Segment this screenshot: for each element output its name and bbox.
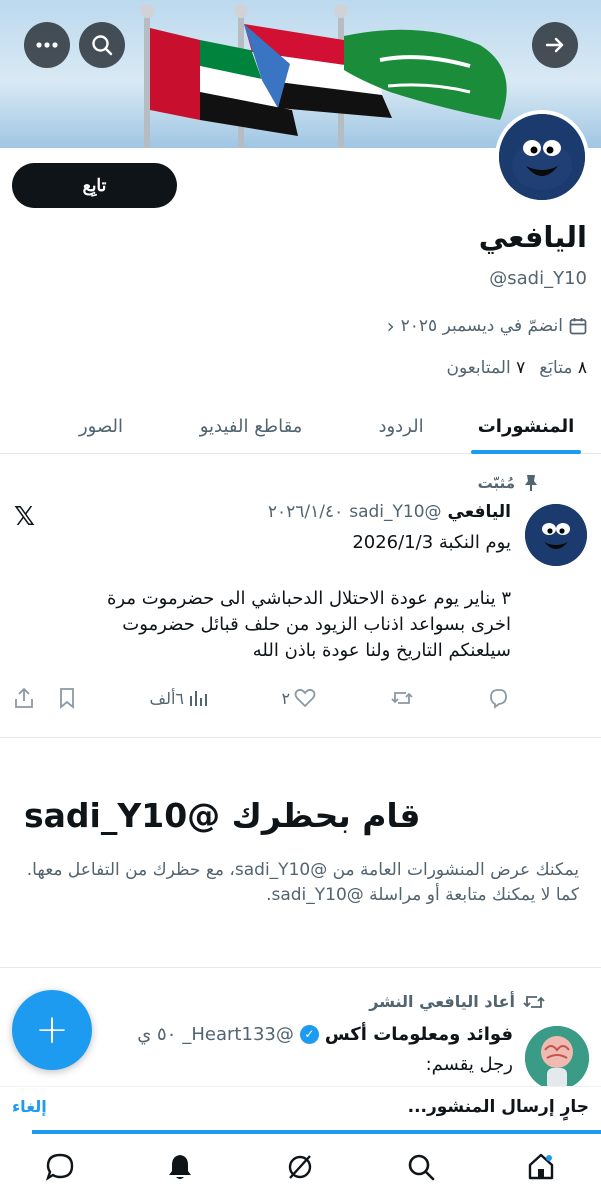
nav-home[interactable] — [511, 1137, 571, 1197]
search-icon — [92, 35, 113, 56]
followers-stat[interactable]: ٧ المتابعون — [446, 358, 525, 378]
blocked-description: يمكنك عرض المنشورات العامة من @sadi_Y10،… — [26, 860, 579, 905]
tab-posts-label: المنشورات — [477, 415, 575, 437]
svg-text:✱: ✱ — [290, 34, 305, 55]
reposted-post-text: رجل يقسم: — [425, 1054, 513, 1075]
compose-post-button[interactable]: + — [12, 990, 92, 1070]
reposted-author-handle[interactable]: @Heart133_ — [182, 1024, 293, 1045]
post-date: ٢٠٢٦/١/٤٠ — [267, 502, 344, 522]
like-button[interactable]: ٢ — [281, 688, 316, 708]
search-button[interactable] — [79, 22, 125, 68]
search-icon — [408, 1154, 434, 1181]
heart-icon — [294, 688, 316, 708]
follow-button[interactable]: تابِع — [12, 163, 177, 208]
reposted-post-time: ٥٠ ي — [137, 1024, 177, 1045]
nav-search[interactable] — [391, 1137, 451, 1197]
active-tab-indicator — [471, 450, 581, 454]
chevron-left-icon[interactable]: ‹ — [387, 314, 395, 338]
post-secondary-actions — [14, 687, 76, 709]
views-chart-icon — [190, 691, 207, 706]
follow-stats: ٨ متابَع ٧ المتابعون — [446, 358, 587, 378]
reposted-author-avatar[interactable] — [525, 1026, 589, 1090]
share-icon — [15, 687, 33, 708]
profile-handle: @sadi_Y10 — [489, 268, 587, 289]
post-actions: ٢ ٦ألف — [14, 684, 509, 712]
following-count: ٨ — [577, 358, 587, 378]
profile-tabs: المنشورات الردود مقاطع الفيديو الصور — [0, 398, 601, 454]
message-bubble-icon — [45, 1153, 74, 1181]
post-author-avatar[interactable] — [525, 504, 587, 566]
share-button[interactable] — [14, 687, 34, 709]
post-first-line: يوم النكبة 2026/1/3 — [352, 532, 511, 553]
bell-icon — [169, 1155, 192, 1179]
blocked-notice: قام بحظرك @sadi_Y10 يمكنك عرض المنشورات … — [0, 740, 601, 968]
tab-videos-label: مقاطع الفيديو — [199, 415, 303, 437]
repost-icon — [523, 995, 545, 1008]
following-label: متابَع — [539, 358, 573, 378]
profile-avatar[interactable] — [495, 110, 589, 204]
repost-label: أعاد اليافعي النشر — [369, 992, 515, 1011]
tab-replies[interactable]: الردود — [351, 398, 451, 454]
nav-messages[interactable] — [30, 1137, 90, 1197]
reposted-author-name[interactable]: فوائد ومعلومات أكس — [325, 1024, 513, 1045]
nav-grok[interactable] — [270, 1137, 330, 1197]
display-name: اليافعي — [478, 220, 587, 254]
pinned-label: مُثبّت — [477, 474, 515, 492]
home-icon — [528, 1153, 554, 1180]
tab-photos-label: الصور — [78, 415, 124, 437]
bookmark-button[interactable] — [58, 687, 76, 709]
tab-videos[interactable]: مقاطع الفيديو — [151, 398, 351, 454]
like-count: ٢ — [281, 688, 291, 708]
pin-icon — [525, 475, 537, 491]
views-button[interactable]: ٦ألف — [150, 688, 208, 708]
cookie-monster-avatar-image — [525, 504, 587, 566]
plus-icon: + — [35, 1007, 69, 1053]
blocked-title: قام بحظرك @sadi_Y10 — [24, 796, 421, 835]
tab-posts[interactable]: المنشورات — [451, 398, 601, 454]
verified-badge-icon: ✓ — [299, 1025, 319, 1044]
reposted-post-header: فوائد ومعلومات أكس ✓ @Heart133_ ٥٠ ي — [137, 1024, 513, 1045]
tab-photos[interactable]: الصور — [51, 398, 151, 454]
pinned-post[interactable]: مُثبّت اليافعي @sadi_Y10 ٢٠٢٦/١/٤٠ 𝕏 يوم… — [0, 456, 601, 738]
post-header: اليافعي @sadi_Y10 ٢٠٢٦/١/٤٠ — [268, 502, 511, 522]
brain-avatar-image — [525, 1026, 589, 1090]
nav-notifications[interactable] — [150, 1137, 210, 1197]
post-author-name[interactable]: اليافعي — [448, 502, 511, 522]
joined-date-row: انضمّ في ديسمبر ٢٠٢٥ ‹ — [387, 314, 587, 338]
post-body: ٣ يناير يوم عودة الاحتلال الدحباشي الى ح… — [106, 588, 511, 661]
joined-date-text: انضمّ في ديسمبر ٢٠٢٥ — [400, 316, 563, 336]
tab-replies-label: الردود — [378, 415, 424, 437]
reply-button[interactable] — [487, 687, 509, 709]
followers-label: المتابعون — [446, 358, 511, 378]
arrow-right-icon — [545, 37, 564, 53]
more-dots-icon — [36, 42, 58, 48]
reply-icon — [490, 689, 507, 709]
more-options-button[interactable] — [24, 22, 70, 68]
repost-button[interactable] — [390, 687, 414, 709]
cookie-monster-avatar-image — [499, 114, 585, 200]
cancel-sending-button[interactable]: إلغاء — [12, 1097, 47, 1116]
followers-count: ٧ — [516, 358, 526, 378]
sending-message: جارٍ إرسال المنشور... — [407, 1097, 589, 1117]
bottom-navigation — [0, 1134, 601, 1200]
views-count: ٦ألف — [149, 688, 184, 708]
pinned-indicator: مُثبّت — [478, 474, 539, 492]
grok-icon — [289, 1155, 312, 1179]
calendar-icon — [569, 318, 587, 335]
post-author-handle[interactable]: @sadi_Y10 — [349, 502, 441, 522]
x-logo-icon: 𝕏 — [14, 502, 35, 532]
repost-indicator: أعاد اليافعي النشر — [369, 992, 545, 1011]
sending-post-bar: جارٍ إرسال المنشور... إلغاء — [0, 1086, 601, 1132]
following-stat[interactable]: ٨ متابَع — [539, 358, 587, 378]
bookmark-icon — [60, 688, 74, 709]
repost-icon — [390, 692, 413, 704]
back-button[interactable] — [532, 22, 578, 68]
